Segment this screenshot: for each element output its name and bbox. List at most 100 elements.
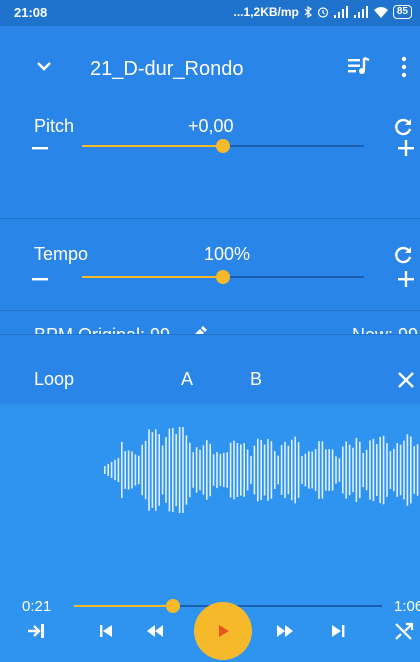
waveform-bar	[369, 440, 371, 500]
waveform-bar	[195, 447, 198, 493]
waveform-bar	[257, 438, 259, 502]
fast-forward-icon[interactable]	[276, 624, 294, 638]
pitch-slider-track	[223, 145, 364, 147]
status-time: 21:08	[14, 5, 48, 20]
reset-pitch-icon[interactable]	[394, 117, 414, 137]
waveform-bar	[352, 447, 354, 493]
waveform-graphic	[104, 426, 419, 514]
waveform-bar	[229, 442, 232, 498]
elapsed-time: 0:21	[22, 598, 52, 615]
waveform-bar	[379, 436, 381, 504]
waveform-bar	[362, 452, 364, 488]
waveform-bar	[172, 428, 174, 512]
waveform-bar	[294, 436, 296, 504]
tempo-decrease-icon[interactable]	[30, 269, 50, 289]
seek-knob[interactable]	[166, 599, 180, 613]
waveform-bar	[144, 440, 147, 500]
import-icon[interactable]	[26, 622, 48, 640]
divider	[0, 218, 420, 219]
network-speed: ...1,2KB/mp	[233, 5, 299, 19]
waveform-bar	[382, 435, 385, 505]
chevron-down-icon[interactable]	[34, 56, 54, 76]
waveform-bar	[287, 445, 290, 495]
waveform[interactable]	[0, 404, 420, 584]
reset-tempo-icon[interactable]	[394, 245, 414, 265]
waveform-bar	[250, 456, 252, 484]
waveform-bar	[124, 451, 126, 489]
waveform-bar	[127, 450, 130, 490]
tempo-slider-filled	[82, 276, 223, 278]
pitch-decrease-icon[interactable]	[30, 138, 50, 158]
waveform-bar	[331, 449, 334, 491]
loop-b-button[interactable]: B	[250, 369, 262, 390]
waveform-bar	[260, 440, 262, 500]
waveform-bar	[280, 445, 283, 495]
waveform-bar	[325, 449, 327, 491]
tempo-slider-knob[interactable]	[216, 270, 230, 284]
play-icon	[219, 625, 229, 637]
pitch-increase-icon[interactable]	[396, 138, 416, 158]
skip-previous-icon[interactable]	[98, 624, 114, 638]
waveform-bar	[240, 444, 242, 496]
status-bar: 21:08 ...1,2KB/mp 85	[0, 0, 420, 26]
loop-bar: Loop A B	[0, 334, 420, 404]
close-icon[interactable]	[397, 371, 415, 389]
status-icons: ...1,2KB/mp 85	[234, 5, 412, 19]
waveform-bar	[243, 443, 245, 497]
waveform-bar	[199, 449, 201, 491]
signal-icon-1	[333, 6, 348, 18]
wifi-icon	[373, 7, 388, 18]
waveform-bar	[226, 452, 228, 488]
waveform-bar	[219, 453, 222, 487]
divider	[0, 310, 420, 311]
signal-icon-2	[353, 6, 368, 18]
waveform-bar	[284, 441, 286, 499]
waveform-bar	[253, 445, 256, 495]
waveform-bar	[185, 435, 188, 505]
waveform-bar	[178, 426, 181, 514]
loop-label: Loop	[34, 369, 75, 389]
waveform-bar	[212, 454, 215, 486]
waveform-bar	[117, 457, 120, 483]
waveform-bar	[376, 444, 378, 496]
waveform-bar	[263, 444, 266, 496]
waveform-bar	[148, 429, 150, 511]
skip-next-icon[interactable]	[330, 624, 346, 638]
tempo-increase-icon[interactable]	[396, 269, 416, 289]
waveform-bar	[301, 455, 303, 485]
tempo-slider[interactable]	[82, 267, 364, 287]
alarm-icon	[317, 7, 328, 18]
waveform-bar	[206, 440, 208, 500]
waveform-bar	[304, 453, 307, 487]
waveform-bar	[399, 444, 402, 496]
playlist-icon[interactable]	[348, 57, 370, 75]
waveform-bar	[175, 433, 177, 507]
pitch-slider-knob[interactable]	[216, 139, 230, 153]
waveform-bar	[413, 446, 415, 494]
waveform-bar	[328, 449, 330, 491]
waveform-bar	[372, 438, 375, 502]
waveform-bar	[365, 449, 368, 491]
pitch-slider[interactable]	[82, 136, 364, 156]
more-vert-icon[interactable]	[398, 56, 410, 78]
waveform-bar	[403, 440, 405, 500]
total-time: 1:06	[394, 598, 420, 615]
track-title: 21_D-dur_Rondo	[90, 58, 244, 80]
waveform-bar	[270, 441, 273, 499]
waveform-bar	[110, 461, 113, 479]
waveform-bar	[274, 451, 276, 489]
waveform-bar	[209, 443, 211, 497]
play-button[interactable]	[194, 602, 252, 660]
waveform-bar	[216, 451, 218, 489]
waveform-bar	[151, 432, 154, 508]
waveform-bar	[386, 443, 388, 497]
loop-a-button[interactable]: A	[181, 369, 193, 390]
pitch-slider-filled	[82, 145, 223, 147]
waveform-bar	[393, 448, 395, 492]
shuffle-icon[interactable]	[394, 621, 414, 641]
seek-track	[173, 605, 382, 607]
waveform-bar	[236, 442, 239, 498]
waveform-bar	[131, 451, 133, 489]
waveform-bar	[182, 427, 184, 513]
rewind-icon[interactable]	[146, 624, 164, 638]
